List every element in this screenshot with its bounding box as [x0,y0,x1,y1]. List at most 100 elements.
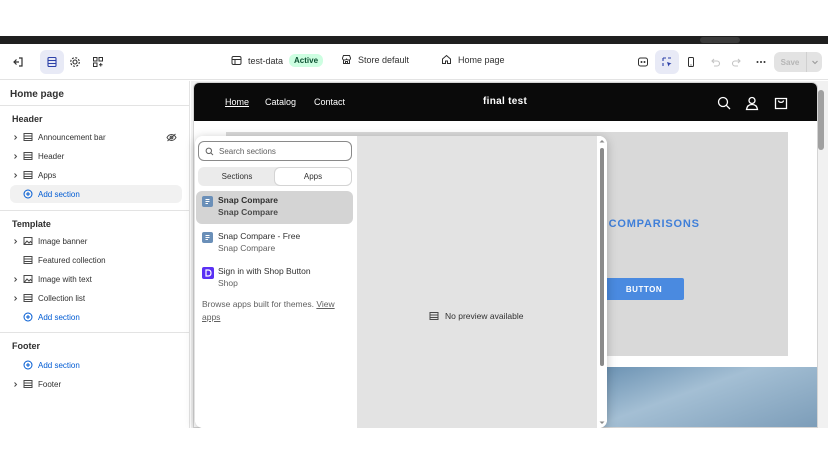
section-label: Header [38,151,65,161]
section-layout-icon [22,255,34,265]
account-icon[interactable] [744,95,760,111]
admin-top-bar [0,36,828,44]
group-template-title: Template [12,219,51,229]
section-label: Image with text [38,274,92,284]
cart-icon[interactable] [773,95,789,111]
chevron-right-icon[interactable] [10,134,20,141]
scroll-down-icon[interactable] [597,419,607,427]
store-nav-contact[interactable]: Contact [314,97,345,107]
theme-selector[interactable]: test-data Active [231,54,324,67]
theme-name: test-data [248,55,284,66]
no-preview-text: No preview available [445,311,524,321]
inspector-icon [638,57,648,67]
section-layout-icon [22,293,34,303]
exit-button[interactable] [6,50,30,74]
image-icon [22,236,34,246]
page-selector[interactable]: Home page [441,54,505,65]
mobile-preview-button[interactable] [679,50,703,74]
redo-button[interactable] [725,50,749,74]
app-block-icon [202,232,213,243]
add-section-label: Add section [38,189,80,199]
app-embeds-button[interactable] [86,50,110,74]
app-name: Snap Compare - Free [218,231,301,241]
section-collection-list[interactable]: Collection list [10,289,182,307]
scrollbar-thumb[interactable] [600,148,604,366]
sidebar-divider [0,210,190,211]
chevron-right-icon[interactable] [10,153,20,160]
scroll-up-icon[interactable] [597,137,607,145]
store-template-label: Store default [358,54,410,65]
section-announcement-bar[interactable]: Announcement bar [10,128,182,146]
theme-icon [231,56,242,65]
search-sections-field[interactable]: Search sections [198,141,352,161]
group-header-title: Header [12,114,43,124]
sections-icon [47,56,57,68]
page-scrollbar[interactable] [818,90,824,150]
window-bottom-area [0,428,828,466]
mobile-icon [688,57,694,67]
section-featured-collection[interactable]: Featured collection [10,251,182,269]
chevron-right-icon[interactable] [10,276,20,283]
editor-toolbar: test-data Active Store default Home page [0,44,828,80]
app-item-sign-in-with-shop[interactable]: Sign in with Shop Button Shop [196,262,353,295]
store-brand[interactable]: final test [483,96,527,107]
sections-view-button[interactable] [40,50,64,74]
store-nav-catalog[interactable]: Catalog [265,97,296,107]
apps-icon [93,57,103,67]
section-label: Collection list [38,293,86,303]
search-icon[interactable] [716,95,732,111]
inspector-button[interactable] [631,50,655,74]
section-footer[interactable]: Footer [10,375,182,393]
add-section-template-button[interactable]: Add section [10,308,182,326]
add-section-header-button[interactable]: Add section [10,185,182,203]
group-footer-title: Footer [12,341,40,351]
app-developer: Snap Compare [218,207,278,217]
section-label: Apps [38,170,57,180]
picker-list-pane: Search sections Sections Apps Snap Compa… [195,136,357,428]
chevron-down-icon [811,60,818,65]
add-section-label: Add section [38,312,80,322]
eye-hidden-icon[interactable] [164,133,178,142]
tab-apps[interactable]: Apps [275,168,351,185]
theme-editor: test-data Active Store default Home page [0,0,828,466]
tab-sections[interactable]: Sections [199,168,275,185]
app-name: Snap Compare [218,195,278,205]
search-icon [199,147,219,156]
sections-sidebar: Home page Header Announcement bar Header… [0,81,190,428]
banner-heading: C COMPARISONS [596,218,700,230]
app-item-snap-compare-free[interactable]: Snap Compare - Free Snap Compare [196,227,353,260]
section-label: Featured collection [38,255,106,265]
select-element-button[interactable] [655,50,679,74]
section-image-with-text[interactable]: Image with text [10,270,182,288]
save-options-button[interactable] [806,52,822,72]
app-item-snap-compare[interactable]: Snap Compare Snap Compare [196,191,353,224]
gear-icon [70,57,80,67]
chevron-right-icon[interactable] [10,295,20,302]
chevron-right-icon[interactable] [10,238,20,245]
chevron-right-icon[interactable] [10,381,20,388]
save-button[interactable]: Save [774,52,806,72]
picker-tabs: Sections Apps [198,167,352,186]
add-section-footer-button[interactable]: Add section [10,356,182,374]
app-name: Sign in with Shop Button [218,266,311,276]
top-bar-pill [700,37,740,43]
add-section-picker: Search sections Sections Apps Snap Compa… [195,136,607,428]
store-nav-home[interactable]: Home [225,97,249,107]
picker-scrollbar[interactable] [597,136,607,428]
image-icon [22,274,34,284]
section-layout-icon [22,151,34,161]
store-template-selector[interactable]: Store default [341,54,409,65]
banner-button[interactable]: BUTTON [604,278,684,300]
chevron-right-icon[interactable] [10,172,20,179]
section-image-banner[interactable]: Image banner [10,232,182,250]
more-actions-button[interactable] [749,50,773,74]
undo-button[interactable] [703,50,727,74]
add-section-label: Add section [38,360,80,370]
plus-circle-icon [22,189,34,199]
browse-apps-text: Browse apps built for themes. [202,299,314,309]
section-apps[interactable]: Apps [10,166,182,184]
plus-circle-icon [22,312,34,322]
section-label: Image banner [38,236,88,246]
theme-settings-button[interactable] [63,50,87,74]
section-header[interactable]: Header [10,147,182,165]
